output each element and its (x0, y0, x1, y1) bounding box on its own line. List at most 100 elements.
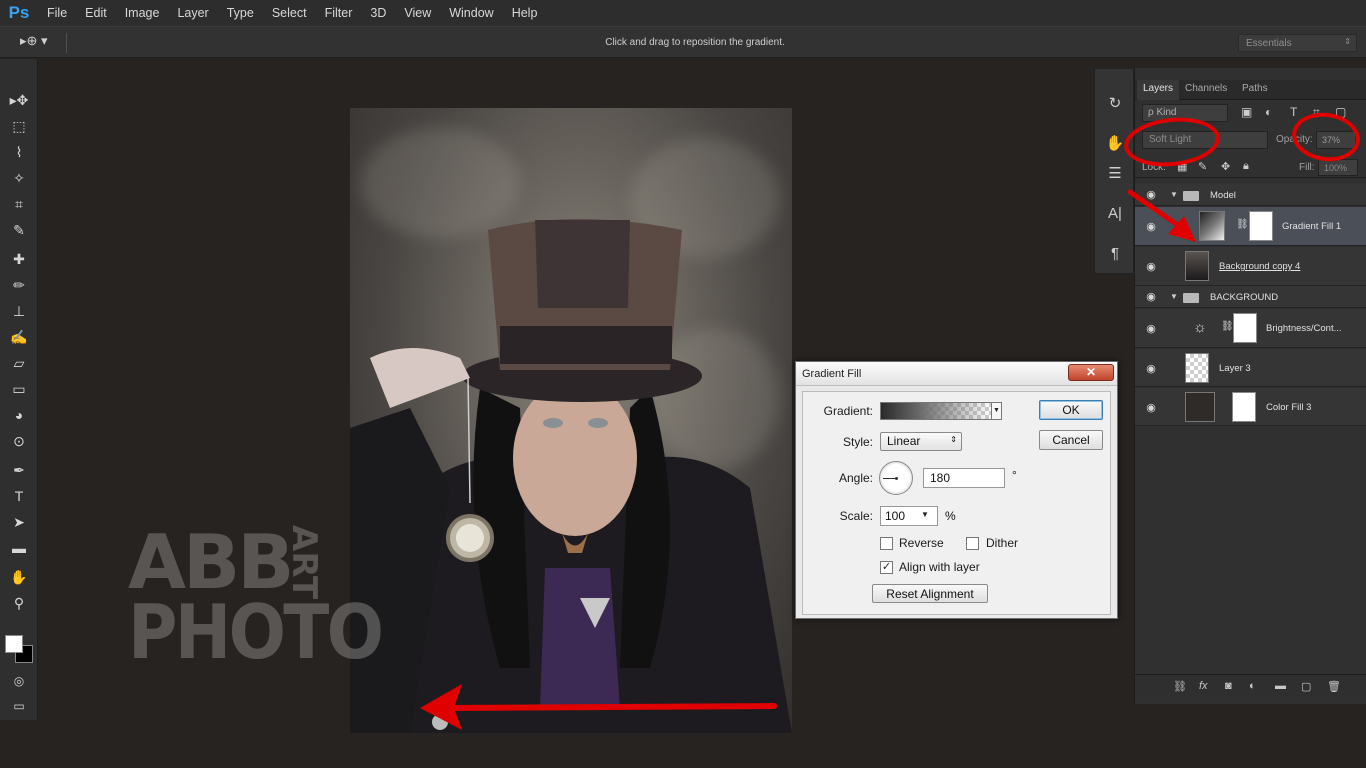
layer-group-background[interactable]: ◉ ▼ BACKGROUND (1135, 286, 1366, 308)
quick-mask-icon[interactable]: ◎ (7, 670, 31, 692)
path-selection-tool-icon[interactable]: ➤ (7, 511, 31, 533)
layer-mask-thumbnail[interactable] (1233, 313, 1257, 343)
menu-window[interactable]: Window (440, 6, 502, 20)
history-brush-tool-icon[interactable]: ✍ (7, 326, 31, 348)
gradient-preview-swatch[interactable] (880, 402, 992, 420)
trash-icon[interactable]: 🗑︎ (1327, 680, 1341, 693)
tab-layers[interactable]: Layers (1137, 80, 1180, 100)
gradient-picker-arrow-icon[interactable]: ▼ (991, 402, 1002, 420)
brush-tool-icon[interactable]: ✏ (7, 274, 31, 296)
eye-icon[interactable]: ◉ (1144, 362, 1158, 375)
menu-image[interactable]: Image (116, 6, 169, 20)
cancel-button[interactable]: Cancel (1039, 430, 1103, 450)
angle-input[interactable]: 180 (923, 468, 1005, 488)
rectangle-tool-icon[interactable]: ▬ (7, 537, 31, 559)
new-group-icon[interactable]: ▬ (1275, 680, 1286, 692)
photo-thumbnail (1185, 251, 1209, 281)
eye-icon[interactable]: ◉ (1144, 401, 1158, 414)
layer-name: Color Fill 3 (1266, 402, 1312, 413)
fx-icon[interactable]: fx (1199, 680, 1208, 692)
eraser-tool-icon[interactable]: ▱ (7, 352, 31, 374)
paragraph-panel-icon[interactable]: ¶ (1103, 241, 1127, 265)
marquee-tool-icon[interactable]: ⬚ (7, 115, 31, 137)
pen-tool-icon[interactable]: ✒ (7, 459, 31, 481)
lock-pixels-icon[interactable]: ✎ (1198, 160, 1207, 173)
layer-3[interactable]: ◉ Layer 3 (1135, 349, 1366, 387)
angle-unit: ° (1012, 468, 1017, 482)
hand-tool-icon[interactable]: ✋ (7, 566, 31, 588)
expand-triangle-icon[interactable]: ▼ (1170, 292, 1178, 301)
menu-filter[interactable]: Filter (316, 6, 362, 20)
eye-icon[interactable]: ◉ (1144, 260, 1158, 273)
layer-mask-thumbnail[interactable] (1249, 211, 1273, 241)
type-tool-icon[interactable]: T (7, 485, 31, 507)
chevron-down-icon[interactable]: ▼ (921, 510, 929, 519)
adjustment-filter-icon[interactable]: ◐ (1265, 105, 1272, 119)
screen-mode-icon[interactable]: ▭ (7, 695, 31, 717)
dialog-title: Gradient Fill (802, 368, 862, 380)
reverse-label: Reverse (899, 536, 944, 550)
tab-channels[interactable]: Channels (1185, 83, 1227, 94)
layer-name: Gradient Fill 1 (1282, 221, 1342, 232)
layer-color-fill-3[interactable]: ◉ Color Fill 3 (1135, 388, 1366, 426)
eye-icon[interactable]: ◉ (1144, 322, 1158, 335)
menu-edit[interactable]: Edit (76, 6, 116, 20)
ok-button[interactable]: OK (1039, 400, 1103, 420)
character-panel-icon[interactable]: A| (1103, 201, 1127, 225)
properties-panel-icon[interactable]: ☰ (1103, 161, 1127, 185)
close-button[interactable]: ✕ (1068, 364, 1114, 381)
add-mask-icon[interactable]: ◙ (1225, 680, 1232, 692)
dialog-title-bar[interactable]: Gradient Fill ✕ (796, 362, 1117, 386)
pixel-filter-icon[interactable]: ▣ (1241, 105, 1252, 119)
gradient-tool-icon[interactable]: ▭ (7, 378, 31, 400)
menu-file[interactable]: File (38, 6, 76, 20)
color-fill-thumbnail (1185, 392, 1215, 422)
link-icon[interactable]: ⛓ (1236, 219, 1249, 233)
menu-layer[interactable]: Layer (168, 6, 217, 20)
eye-icon[interactable]: ◉ (1144, 290, 1158, 303)
layer-background-copy-4[interactable]: ◉ Background copy 4 (1135, 247, 1366, 286)
magic-wand-tool-icon[interactable]: ✧ (7, 167, 31, 189)
dither-checkbox[interactable] (966, 537, 979, 550)
menu-help[interactable]: Help (503, 6, 547, 20)
fill-field[interactable]: 100% (1318, 159, 1358, 176)
layer-name: Background copy 4 (1219, 261, 1301, 272)
reverse-checkbox[interactable] (880, 537, 893, 550)
watermark-line2: PHOTO (128, 588, 384, 676)
layer-mask-thumbnail[interactable] (1232, 392, 1256, 422)
new-adjustment-icon[interactable]: ◐ (1249, 680, 1256, 692)
menu-view[interactable]: View (395, 6, 440, 20)
menu-3d[interactable]: 3D (361, 6, 395, 20)
style-select[interactable]: Linear ⇕ (880, 432, 962, 451)
blur-tool-icon[interactable]: ◕ (7, 404, 31, 426)
zoom-tool-icon[interactable]: ⚲ (7, 592, 31, 614)
link-icon[interactable]: ⛓ (1221, 321, 1234, 335)
dodge-tool-icon[interactable]: ⊙ (7, 430, 31, 452)
workspace-switcher[interactable]: Essentials ⇕ (1238, 34, 1357, 52)
menu-type[interactable]: Type (218, 6, 263, 20)
lock-all-icon[interactable]: 🔒︎ (1243, 160, 1249, 173)
foreground-color-swatch[interactable] (5, 635, 23, 653)
reset-alignment-button[interactable]: Reset Alignment (872, 584, 988, 603)
layer-name: Layer 3 (1219, 363, 1251, 374)
move-tool-icon[interactable]: ▸✥ (7, 89, 31, 111)
eyedropper-tool-icon[interactable]: ✎ (7, 219, 31, 241)
healing-brush-tool-icon[interactable]: ✚ (7, 248, 31, 270)
align-with-layer-checkbox[interactable]: ✓ (880, 561, 893, 574)
scale-input[interactable]: 100 (880, 506, 938, 526)
history-panel-icon[interactable]: ↻ (1103, 91, 1127, 115)
document-canvas[interactable] (350, 108, 792, 733)
new-layer-icon[interactable]: ▢ (1301, 680, 1311, 693)
clone-stamp-tool-icon[interactable]: ⊥ (7, 300, 31, 322)
lock-position-icon[interactable]: ✥ (1221, 160, 1230, 173)
align-with-layer-label: Align with layer (899, 560, 980, 574)
style-label: Style: (842, 435, 873, 449)
menu-select[interactable]: Select (263, 6, 316, 20)
crop-tool-icon[interactable]: ⌗ (7, 193, 31, 215)
type-filter-icon[interactable]: T (1290, 105, 1297, 119)
lasso-tool-icon[interactable]: ⌇ (7, 141, 31, 163)
tab-paths[interactable]: Paths (1242, 83, 1268, 94)
link-layers-icon[interactable]: ⛓ (1173, 680, 1187, 693)
angle-dial[interactable] (879, 461, 913, 495)
layer-brightness-contrast[interactable]: ◉ ☼ ⛓ Brightness/Cont... (1135, 309, 1366, 348)
